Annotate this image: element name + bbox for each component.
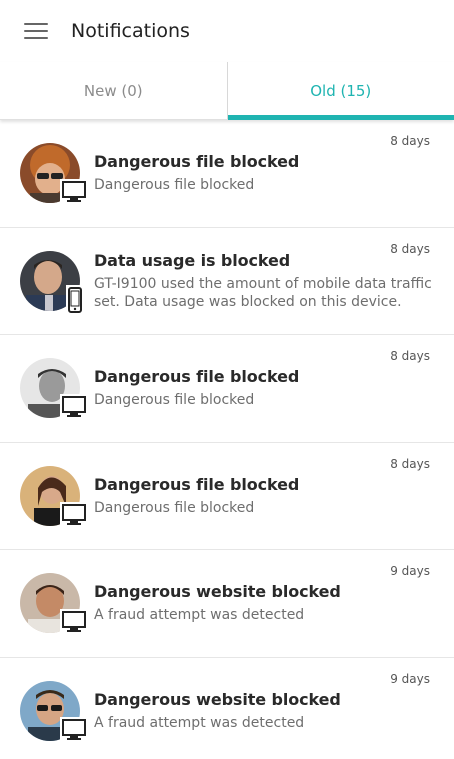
list-item[interactable]: Dangerous file blocked Dangerous file bl… xyxy=(0,443,454,550)
monitor-icon xyxy=(60,716,88,747)
notification-title: Dangerous file blocked xyxy=(94,474,300,494)
avatar-wrap xyxy=(20,249,84,319)
avatar-wrap xyxy=(20,356,88,425)
notification-time: 8 days xyxy=(390,241,430,256)
notification-description: GT-I9100 used the amount of mobile data … xyxy=(94,275,432,310)
notification-time: 8 days xyxy=(390,456,430,471)
list-item[interactable]: Data usage is blocked GT-I9100 used the … xyxy=(0,228,454,335)
notification-title: Dangerous website blocked xyxy=(94,689,341,709)
avatar-wrap xyxy=(20,571,88,640)
notification-time: 8 days xyxy=(390,134,430,148)
tab-bar: New (0) Old (15) xyxy=(0,62,454,120)
notification-title: Dangerous website blocked xyxy=(94,582,341,602)
tab-old[interactable]: Old (15) xyxy=(226,62,454,120)
list-item[interactable]: Dangerous file blocked Dangerous file bl… xyxy=(0,335,454,443)
notification-time: 8 days xyxy=(390,349,430,363)
notification-time: 9 days xyxy=(390,564,430,578)
avatar-wrap xyxy=(20,464,88,532)
app-bar: Notifications xyxy=(0,0,454,62)
page-title: Notifications xyxy=(71,20,190,42)
notification-description: Dangerous file blocked xyxy=(94,392,255,409)
list-item[interactable]: Dangerous file blocked Dangerous file bl… xyxy=(0,120,454,228)
avatar-wrap xyxy=(20,141,88,210)
list-item[interactable]: Dangerous website blocked A fraud attemp… xyxy=(0,550,454,658)
notification-description: Dangerous file blocked xyxy=(94,499,255,516)
monitor-icon xyxy=(60,501,88,532)
hamburger-menu-icon[interactable] xyxy=(24,22,48,40)
tab-new[interactable]: New (0) xyxy=(0,62,227,119)
notification-title: Dangerous file blocked xyxy=(94,152,300,172)
monitor-icon xyxy=(60,179,88,210)
notification-description: Dangerous file blocked xyxy=(94,177,255,194)
notification-list: Dangerous file blocked Dangerous file bl… xyxy=(0,120,454,759)
notification-title: Data usage is blocked xyxy=(94,250,291,270)
monitor-icon xyxy=(60,609,88,640)
phone-icon xyxy=(66,284,84,319)
notification-title: Dangerous file blocked xyxy=(94,367,300,387)
notification-description: A fraud attempt was detected xyxy=(94,714,305,731)
notification-description: A fraud attempt was detected xyxy=(94,607,305,624)
avatar-wrap xyxy=(20,679,88,747)
notification-time: 9 days xyxy=(390,671,430,686)
monitor-icon xyxy=(60,394,88,425)
list-item[interactable]: Dangerous website blocked A fraud attemp… xyxy=(0,658,454,759)
